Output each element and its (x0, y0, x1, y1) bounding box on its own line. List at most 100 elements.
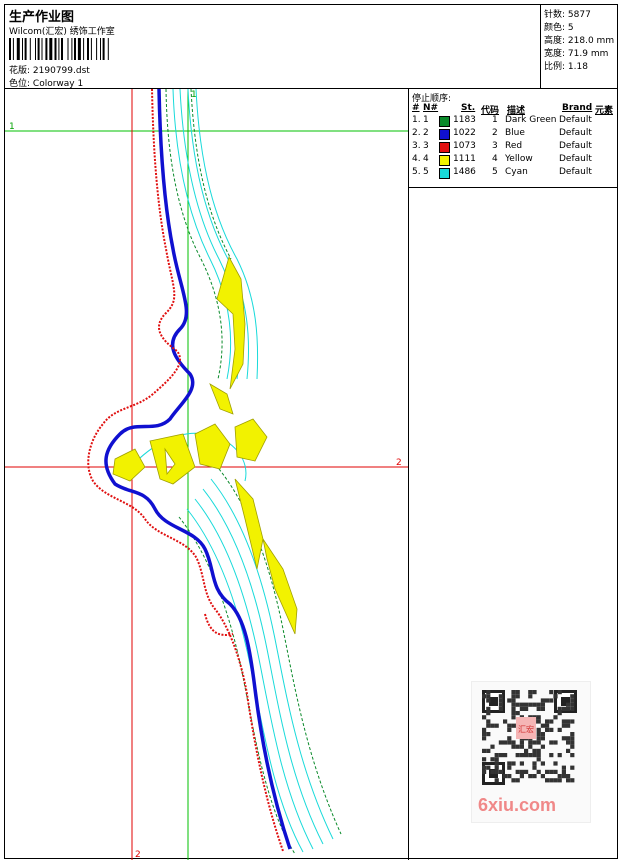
qr-module (570, 719, 575, 724)
qr-module (545, 698, 550, 703)
qr-module (528, 690, 533, 695)
qr-module (494, 765, 499, 770)
row-num: 1. (412, 115, 421, 125)
qr-module (536, 702, 541, 707)
qr-module (482, 748, 487, 753)
colorway-value: Colorway 1 (32, 79, 84, 89)
qr-module (528, 744, 533, 749)
qr-module (519, 769, 524, 774)
qr-module (536, 740, 541, 745)
qr-module (570, 753, 575, 758)
qr-module (540, 761, 545, 766)
qr-module (507, 740, 512, 745)
qr-module (540, 723, 545, 728)
row-brand: Default (559, 115, 592, 125)
qr-module (494, 778, 499, 783)
qr-module (545, 727, 550, 732)
watermark-text: 6xiu.com (478, 795, 557, 815)
qr-module (494, 769, 499, 774)
row-num: 5. (412, 167, 421, 177)
qr-module (557, 753, 562, 758)
row-n: 2 (423, 128, 429, 138)
yellow-motif-group (112, 255, 298, 635)
qr-module (511, 698, 516, 703)
qr-module (570, 765, 575, 770)
qr-module (519, 753, 524, 758)
qr-module (498, 698, 503, 703)
qr-module (519, 761, 524, 766)
qr-module (570, 698, 575, 703)
qr-module (524, 748, 529, 753)
qr-module (536, 727, 541, 732)
qr-module (561, 723, 566, 728)
qr-module (549, 778, 554, 783)
qr-module (519, 740, 524, 745)
qr-module (507, 761, 512, 766)
qr-module (570, 702, 575, 707)
barcode-bar (83, 38, 85, 60)
qr-module (545, 769, 550, 774)
barcode-bar (100, 38, 101, 60)
qr-module (570, 694, 575, 699)
cyan-curve-5 (202, 488, 324, 845)
qr-module (498, 740, 503, 745)
row-code: 1 (492, 115, 498, 125)
qr-module (553, 715, 558, 720)
qr-module (482, 736, 487, 741)
barcode-image (9, 38, 109, 60)
yellow-leaf-bottom (262, 538, 298, 635)
qr-module (515, 694, 520, 699)
qr-module (507, 727, 512, 732)
qr-module (511, 690, 516, 695)
qr-module (515, 702, 520, 707)
qr-module (515, 778, 520, 783)
row-stitches: 1022 (453, 128, 476, 138)
qr-module (570, 744, 575, 749)
barcode-bar (29, 38, 31, 60)
row-stitches: 1073 (453, 141, 476, 151)
qr-module (536, 719, 541, 724)
qr-module (570, 732, 575, 737)
row-desc: Red (505, 141, 523, 151)
row-num: 2. (412, 128, 421, 138)
qr-module (511, 778, 516, 783)
qr-module (511, 711, 516, 716)
barcode-bar (37, 38, 40, 60)
qr-module (557, 690, 562, 695)
qr-module (519, 744, 524, 749)
qr-module (494, 723, 499, 728)
qr-module (540, 698, 545, 703)
barcode-bar (54, 38, 57, 60)
yellow-bud (209, 383, 234, 415)
qr-module (549, 698, 554, 703)
qr-module (528, 753, 533, 758)
qr-module (486, 765, 491, 770)
qr-module (528, 774, 533, 779)
qr-module (519, 774, 524, 779)
qr-module (490, 744, 495, 749)
qr-module (549, 727, 554, 732)
barcode-bar (22, 38, 23, 60)
stat-scale: 比例: 1.18 (544, 62, 588, 72)
qr-module (553, 778, 558, 783)
qr-module (490, 757, 495, 762)
barcode-bar (74, 38, 76, 60)
qr-module (570, 778, 575, 783)
row-code: 2 (492, 128, 498, 138)
qr-module (498, 769, 503, 774)
qr-module (511, 715, 516, 720)
qr-module (511, 744, 516, 749)
qr-module (566, 736, 571, 741)
guide-label-h1: 1 (9, 122, 15, 132)
barcode-bar (35, 38, 36, 60)
row-stitches: 1111 (453, 154, 476, 164)
qr-module (503, 740, 508, 745)
cyan-stitch-group (124, 88, 334, 853)
qr-module (482, 694, 487, 699)
color-swatch (439, 155, 450, 166)
barcode-bar (9, 38, 11, 60)
barcode-bar (12, 38, 14, 60)
row-brand: Default (559, 154, 592, 164)
qr-module (536, 769, 541, 774)
row-stitches: 1183 (453, 115, 476, 125)
